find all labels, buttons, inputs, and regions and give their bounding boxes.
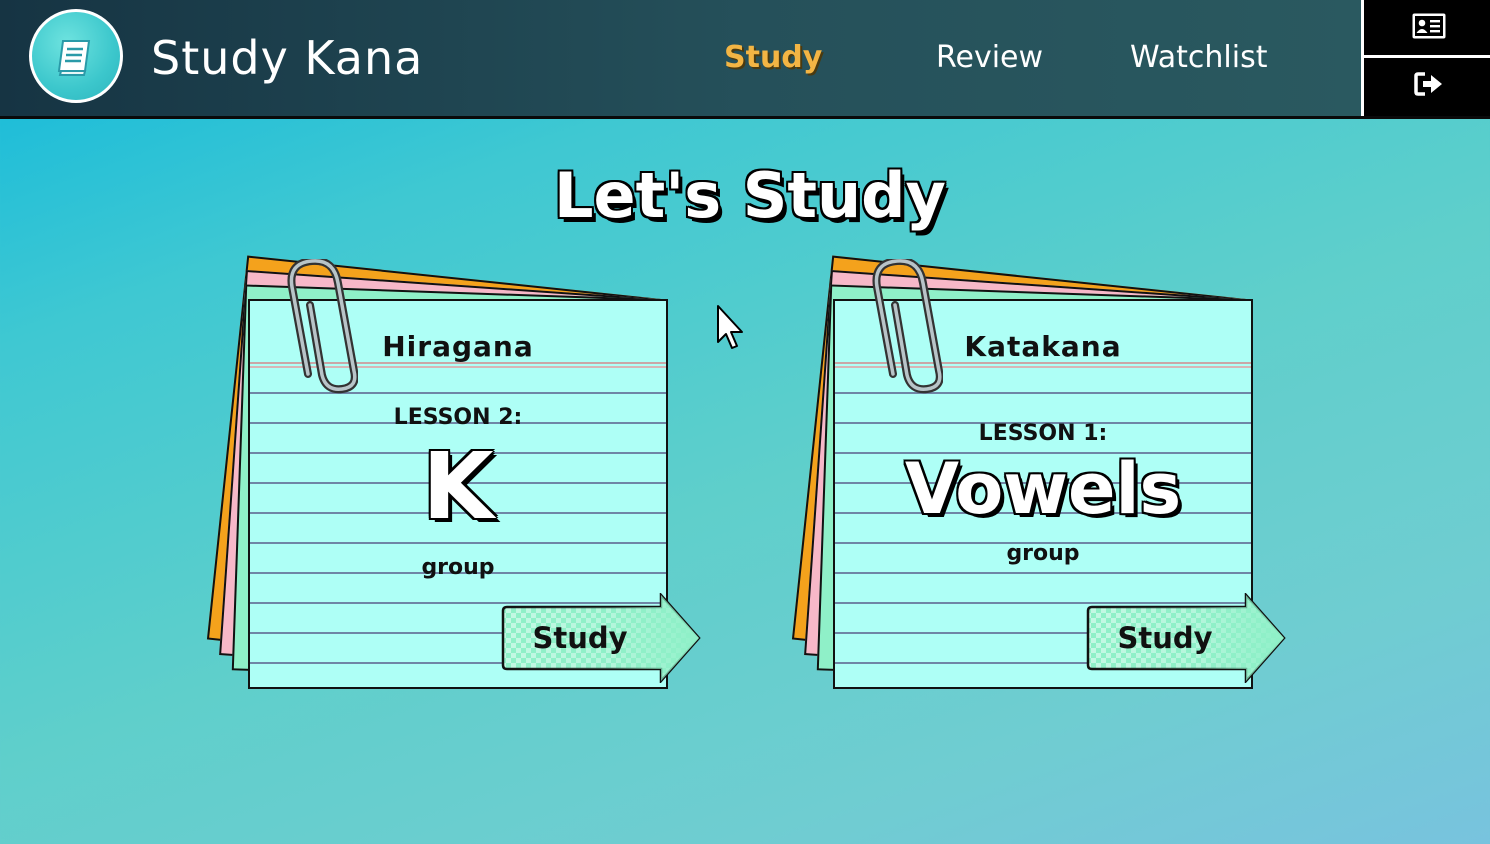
lesson-label: LESSON 2: xyxy=(393,405,523,430)
book-icon[interactable] xyxy=(29,9,123,103)
logout-button[interactable] xyxy=(1364,58,1490,114)
paperclip-icon xyxy=(287,259,358,394)
app-title: Study Kana xyxy=(151,31,424,85)
paperclip-icon xyxy=(872,259,943,394)
group-name: Vowels xyxy=(904,448,1182,530)
lesson-label: LESSON 1: xyxy=(978,421,1108,446)
katakana-card-stack: Katakana LESSON 1: Vowels group Study xyxy=(758,255,1298,729)
top-bar: Study Kana Study Review Watchlist xyxy=(0,0,1490,119)
hiragana-card-stack: Hiragana LESSON 2: K group Study xyxy=(173,255,713,729)
side-button-group xyxy=(1361,0,1490,116)
id-card-icon xyxy=(1411,12,1447,44)
study-hiragana-button[interactable]: Study xyxy=(501,593,701,683)
mouse-cursor-icon xyxy=(717,305,743,349)
study-katakana-button[interactable]: Study xyxy=(1086,593,1286,683)
study-button-label: Study xyxy=(532,621,628,655)
group-name: K xyxy=(422,433,494,540)
group-suffix: group xyxy=(1006,541,1080,566)
nav-review[interactable]: Review xyxy=(936,38,1043,78)
page-heading: Let's Study xyxy=(554,159,946,232)
nav-study[interactable]: Study xyxy=(724,38,822,78)
nav-watchlist[interactable]: Watchlist xyxy=(1130,38,1267,78)
study-button-label: Study xyxy=(1117,621,1213,655)
group-suffix: group xyxy=(421,555,495,580)
sign-out-icon xyxy=(1413,71,1444,101)
profile-button[interactable] xyxy=(1364,0,1490,56)
